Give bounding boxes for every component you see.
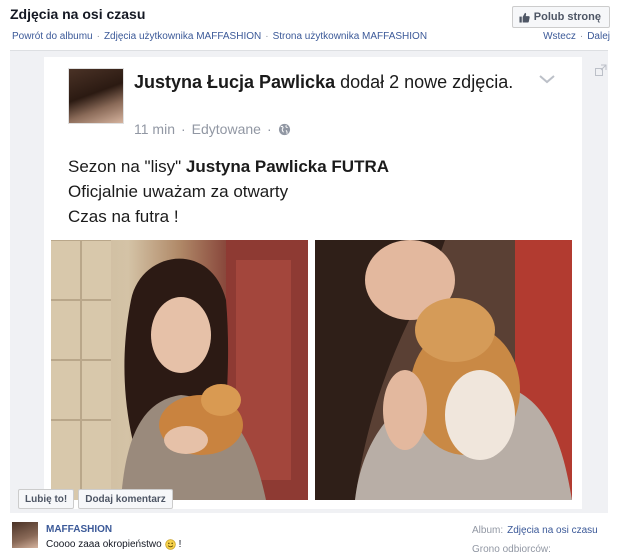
post-author-name[interactable]: Justyna Łucja Pawlicka [134,72,335,92]
meta-separator-2: · [266,121,272,137]
photo-1-illustration [51,240,308,500]
comment-body: Coooo zaaa okropieństwo [46,539,162,550]
like-page-label: Polub stronę [533,11,601,23]
post-text-line-2: Oficjalnie uważam za otwarty [68,182,289,201]
breadcrumb: Powrót do albumu · Zdjęcia użytkownika MAF… [12,31,428,42]
post-text-line-1: Sezon na "lisy" Justyna Pawlicka FUTRA [68,154,389,179]
comment-text: Coooo zaaa okropieństwo ! [46,539,181,550]
expand-icon[interactable] [595,64,607,76]
smile-icon [164,539,176,550]
post-author-avatar[interactable] [68,68,124,124]
audience-label: Grono odbiorców: [472,544,551,555]
comment-author[interactable]: MAFFASHION [46,524,112,535]
post-photo-2[interactable] [315,240,572,500]
post-action-text: dodał 2 nowe zdjęcia. [335,72,514,92]
post-text: Sezon na "lisy" Justyna Pawlicka FUTRA O… [68,154,389,229]
photo-pager: Wstecz · Dalej [543,31,610,42]
user-photos-link[interactable]: Zdjęcia użytkownika MAFFASHION [104,31,261,42]
next-link[interactable]: Dalej [587,31,610,42]
album-label: Album: [472,525,504,536]
post-text-line-3: Czas na futra ! [68,207,179,226]
post-time[interactable]: 11 min [134,121,175,137]
like-page-button[interactable]: Polub stronę [511,6,610,28]
comment-avatar[interactable] [12,522,38,548]
album-info: Album: Zdjęcia na osi czasu [472,525,598,536]
add-comment-button[interactable]: Dodaj komentarz [78,489,173,509]
globe-icon[interactable] [278,123,291,136]
meta-separator: · [180,121,186,137]
chevron-down-icon[interactable] [537,72,557,86]
prev-link[interactable]: Wstecz [543,31,576,42]
post-meta: 11 min · Edytowane · [134,121,291,137]
post-text-prefix: Sezon na "lisy" [68,157,186,176]
user-page-link[interactable]: Strona użytkownika MAFFASHION [273,31,428,42]
album-link[interactable]: Zdjęcia na osi czasu [507,525,598,536]
like-button[interactable]: Lubię to! [18,489,75,509]
photo-2-illustration [315,240,572,500]
photo-actions: Lubię to! Dodaj komentarz [18,489,173,509]
post-photo-1[interactable] [51,240,308,500]
back-to-album-link[interactable]: Powrót do albumu [12,31,93,42]
post-text-bold: Justyna Pawlicka FUTRA [185,157,390,176]
comment-suffix: ! [178,539,182,550]
post-edited[interactable]: Edytowane [192,121,261,137]
thumb-up-icon [519,12,530,23]
post-header: Justyna Łucja Pawlicka dodał 2 nowe zdję… [134,71,524,94]
page-title: Zdjęcia na osi czasu [10,6,146,22]
